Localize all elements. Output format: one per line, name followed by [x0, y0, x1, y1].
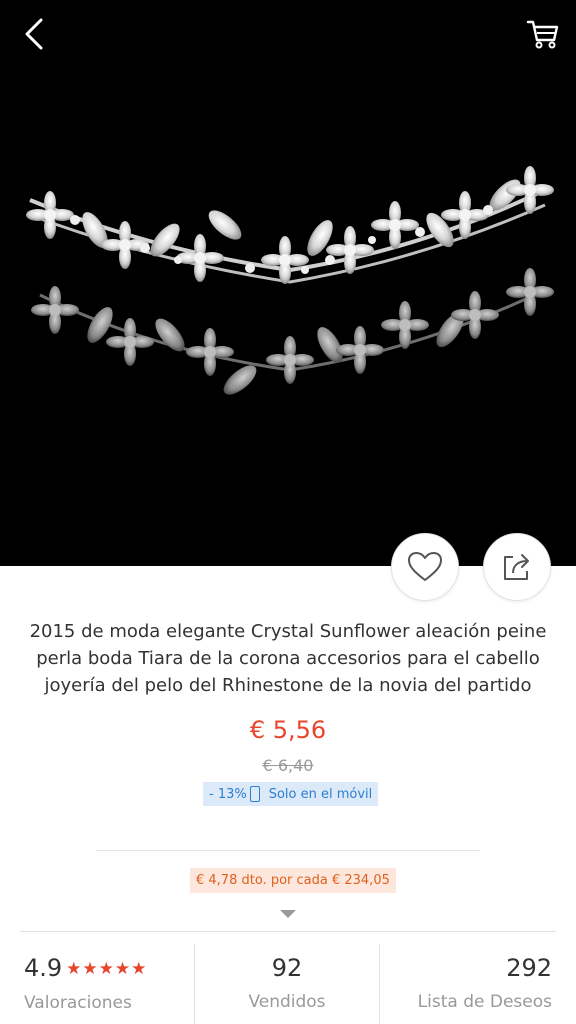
divider [96, 850, 480, 851]
expand-arrow-icon[interactable] [280, 910, 296, 918]
phone-icon [249, 786, 260, 802]
wishlist-label: Lista de Deseos [417, 992, 552, 1012]
current-price: € 5,56 [249, 716, 327, 744]
mobile-discount-badge: - 13% Solo en el móvil [203, 782, 379, 806]
coupon-badge[interactable]: € 4,78 dto. por cada € 234,05 [190, 868, 396, 893]
discount-percent: - 13% [209, 786, 247, 802]
rating-stat[interactable]: 4.9 ★★★★★ Valoraciones [24, 944, 194, 1024]
product-gallery[interactable] [0, 0, 576, 566]
sold-stat: 92 Vendidos [194, 944, 380, 1024]
heart-icon [408, 552, 442, 581]
divider [20, 931, 556, 932]
product-stats: 4.9 ★★★★★ Valoraciones 92 Vendidos 292 Li… [0, 944, 576, 1024]
sold-value: 92 [271, 954, 303, 982]
rating-value-row: 4.9 ★★★★★ [24, 954, 194, 983]
product-image[interactable] [0, 120, 576, 440]
cart-button[interactable] [522, 14, 564, 54]
wishlist-value: 292 [506, 954, 552, 982]
chevron-left-icon [25, 18, 43, 50]
cart-icon [526, 20, 559, 49]
back-button[interactable] [14, 14, 54, 54]
wishlist-stat: 292 Lista de Deseos [380, 944, 552, 1024]
product-title: 2015 de moda elegante Crystal Sunflower … [29, 621, 547, 696]
original-price: € 6,40 [262, 756, 314, 775]
add-to-wishlist-button[interactable] [391, 533, 459, 601]
share-icon [504, 554, 529, 580]
star-rating-icon: ★★★★★ [66, 959, 148, 979]
mobile-only-label: Solo en el móvil [268, 786, 373, 802]
sold-label: Vendidos [248, 992, 326, 1012]
share-button[interactable] [483, 533, 551, 601]
rating-value: 4.9 [24, 954, 63, 982]
rating-label: Valoraciones [24, 993, 132, 1013]
top-bar [0, 0, 576, 70]
